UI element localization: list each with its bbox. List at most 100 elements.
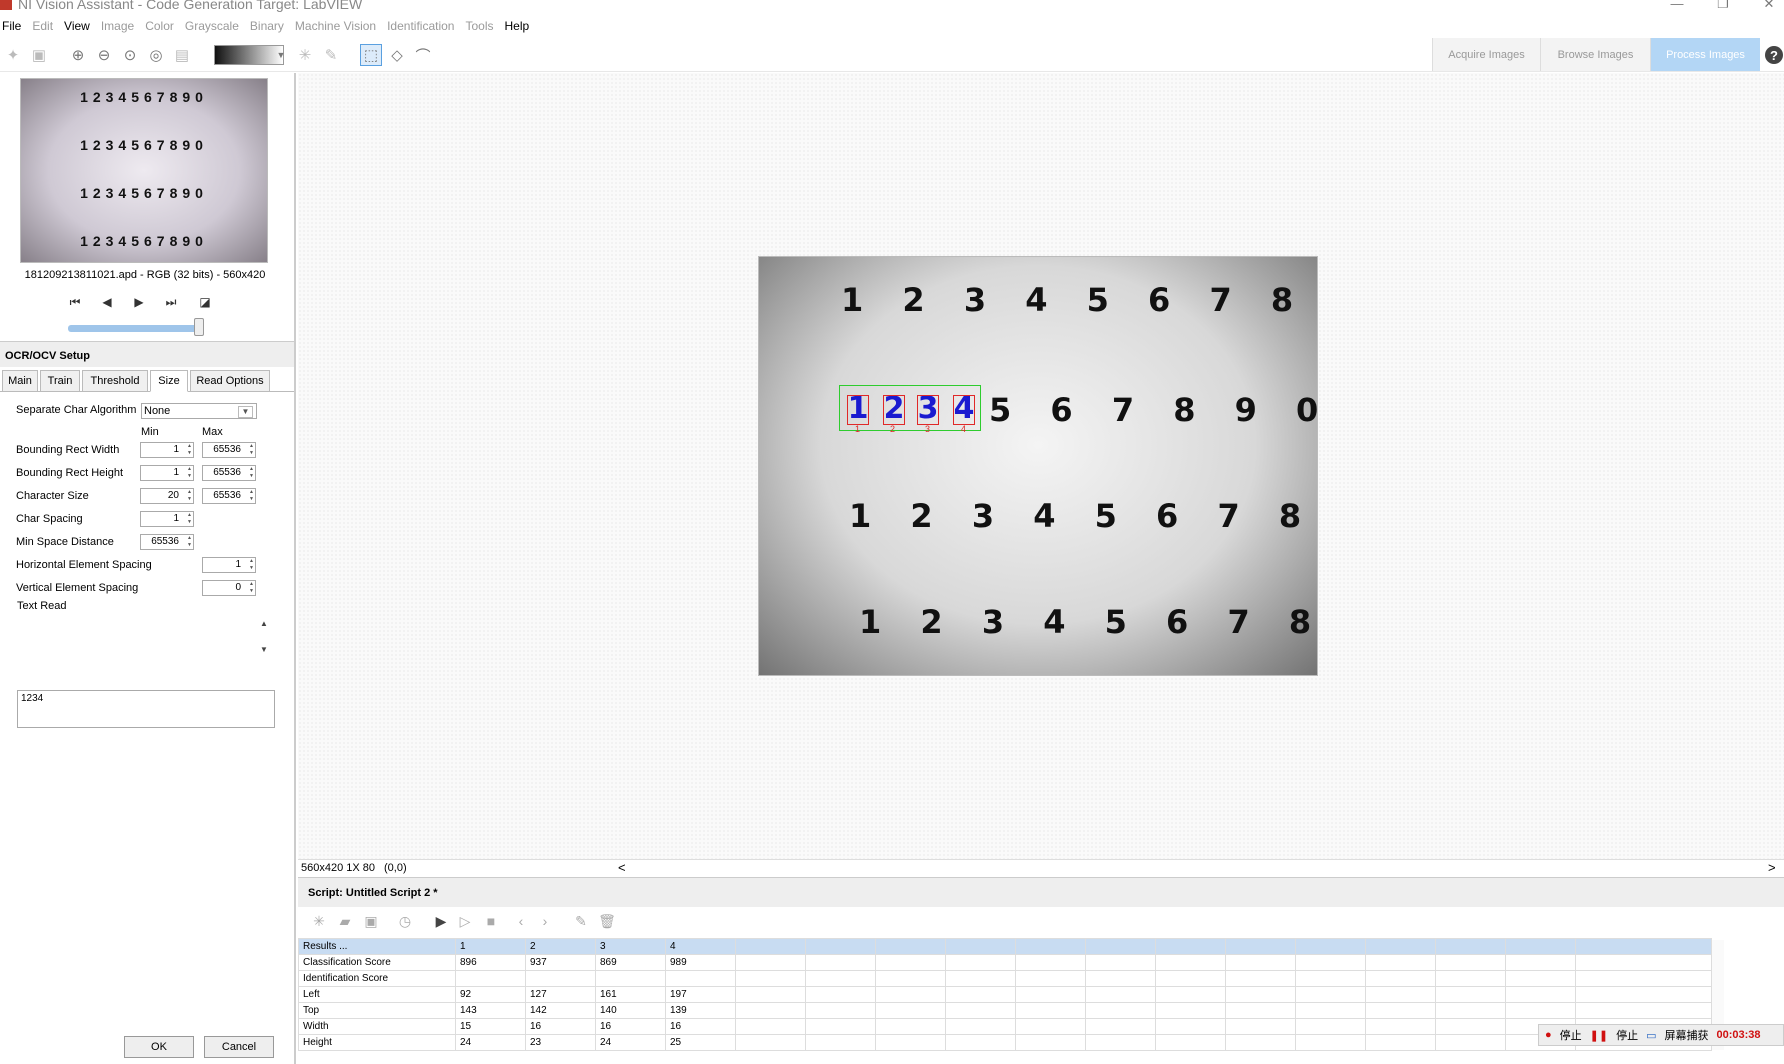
rect-height-label: Bounding Rect Height: [16, 467, 124, 479]
char-size-min-input[interactable]: 20: [140, 488, 194, 504]
edit-step-icon[interactable]: ✎: [572, 913, 590, 930]
scroll-left-icon[interactable]: <: [618, 860, 626, 875]
close-button[interactable]: ✕: [1754, 0, 1784, 12]
point-tool-icon[interactable]: ✳: [294, 44, 316, 66]
polygon-roi-icon[interactable]: ◇: [386, 44, 408, 66]
scroll-down-icon[interactable]: ▼: [260, 645, 268, 654]
table-cell: 16: [525, 1018, 596, 1035]
image-slider[interactable]: [68, 325, 200, 332]
new-script-icon[interactable]: ✳: [310, 913, 328, 930]
char-spacing-label: Char Spacing: [16, 513, 83, 525]
cancel-button[interactable]: Cancel: [204, 1036, 274, 1058]
table-cell: 16: [665, 1018, 736, 1035]
rect-height-min-input[interactable]: 1: [140, 465, 194, 481]
ok-button[interactable]: OK: [124, 1036, 194, 1058]
table-cell: [595, 970, 666, 987]
rectangle-roi-icon[interactable]: ⬚: [360, 44, 382, 66]
menu-identification[interactable]: Identification: [387, 19, 454, 33]
freehand-roi-icon[interactable]: ⌒: [412, 44, 434, 66]
menu-view[interactable]: View: [64, 19, 90, 33]
maximize-button[interactable]: ❐: [1708, 0, 1738, 12]
table-cell: 25: [665, 1034, 736, 1051]
sep-algorithm-label: Separate Char Algorithm: [16, 404, 137, 416]
delete-step-icon[interactable]: 🗑: [598, 913, 616, 930]
stop-label[interactable]: 停止: [1560, 1027, 1582, 1043]
scroll-right-icon[interactable]: >: [1768, 860, 1776, 875]
char-bounding-box: [917, 395, 939, 425]
menu-machine-vision[interactable]: Machine Vision: [295, 19, 376, 33]
menu-grayscale[interactable]: Grayscale: [185, 19, 239, 33]
previous-image-icon[interactable]: ◀: [98, 295, 116, 309]
pixel-coords: (0,0): [384, 862, 407, 874]
thumb-row: 1234567890: [80, 185, 208, 201]
tab-threshold[interactable]: Threshold: [82, 370, 148, 392]
save-image-icon[interactable]: ▣: [28, 44, 50, 66]
run-once-icon[interactable]: ▶: [432, 913, 450, 930]
line-tool-icon[interactable]: ✎: [320, 44, 342, 66]
h-spacing-input[interactable]: 1: [202, 557, 256, 573]
menu-binary[interactable]: Binary: [250, 19, 284, 33]
min-space-input[interactable]: 65536: [140, 534, 194, 550]
menu-image[interactable]: Image: [101, 19, 134, 33]
open-script-icon[interactable]: ▰: [336, 913, 354, 930]
palette-dropdown-icon[interactable]: ▼: [270, 44, 292, 66]
char-size-max-input[interactable]: 65536: [202, 488, 256, 504]
stop-icon[interactable]: ■: [482, 913, 500, 929]
rect-width-max-input[interactable]: 65536: [202, 442, 256, 458]
text-read-output[interactable]: 1234: [17, 690, 275, 728]
image-browser-icon[interactable]: ◪: [196, 295, 214, 309]
menu-tools[interactable]: Tools: [465, 19, 493, 33]
table-row: Height 24 23 24 25: [298, 1034, 1712, 1051]
header-cell[interactable]: Results ...: [298, 938, 456, 955]
main-image[interactable]: 1 2 3 4 5 6 7 8 9 0 5 6 7 8 9 0 1 2 3 4 …: [758, 256, 1318, 676]
acquire-tool-icon[interactable]: ✦: [2, 44, 24, 66]
thumb-row: 1234567890: [80, 233, 208, 249]
minimize-button[interactable]: —: [1662, 0, 1692, 11]
acquire-images-button[interactable]: Acquire Images: [1432, 38, 1540, 71]
scroll-up-icon[interactable]: ▲: [260, 619, 268, 628]
chevron-down-icon[interactable]: ▼: [238, 406, 253, 418]
table-cell: 15: [455, 1018, 526, 1035]
rect-width-min-input[interactable]: 1: [140, 442, 194, 458]
row-label: Height: [298, 1034, 456, 1051]
menu-file[interactable]: File: [2, 19, 21, 33]
menu-edit[interactable]: Edit: [32, 19, 53, 33]
recorder-overlay: ● 停止 ❚❚ 停止 ▭ 屏幕捕获 00:03:38: [1538, 1024, 1784, 1046]
last-image-icon[interactable]: ⏭: [162, 295, 180, 310]
menu-help[interactable]: Help: [505, 19, 530, 33]
char-spacing-input[interactable]: 1: [140, 511, 194, 527]
zoom-fit-icon[interactable]: ◎: [145, 44, 167, 66]
zoom-1to1-icon[interactable]: ⊙: [119, 44, 141, 66]
first-image-icon[interactable]: ⏮: [66, 295, 84, 310]
run-continuous-icon[interactable]: ▷: [456, 913, 474, 930]
tab-train[interactable]: Train: [40, 370, 80, 392]
step-back-icon[interactable]: ‹: [512, 913, 530, 929]
table-row: Classification Score 896 937 869 989: [298, 954, 1712, 971]
v-spacing-input[interactable]: 0: [202, 580, 256, 596]
tab-main[interactable]: Main: [2, 370, 38, 392]
table-cell: 896: [455, 954, 526, 971]
save-script-icon[interactable]: ▣: [362, 913, 380, 930]
script-title: Script: Untitled Script 2 *: [298, 877, 1784, 907]
menu-color[interactable]: Color: [145, 19, 174, 33]
capture-label[interactable]: 屏幕捕获: [1665, 1027, 1709, 1043]
image-slider-thumb[interactable]: [194, 318, 204, 336]
table-cell: 92: [455, 986, 526, 1003]
image-caption: 181209213811021.apd - RGB (32 bits) - 56…: [24, 269, 266, 281]
zoom-out-icon[interactable]: ⊖: [93, 44, 115, 66]
process-images-button[interactable]: Process Images: [1650, 38, 1760, 71]
performance-meter-icon[interactable]: ◷: [396, 913, 414, 930]
image-info-icon[interactable]: ▤: [171, 44, 193, 66]
digit-row: 1 2 3 4 5 6 7 8 9 0: [859, 603, 1317, 641]
zoom-in-icon[interactable]: ⊕: [67, 44, 89, 66]
image-thumbnail[interactable]: 1234567890 1234567890 1234567890 1234567…: [20, 78, 268, 263]
tab-size[interactable]: Size: [150, 370, 188, 392]
step-forward-icon[interactable]: ›: [536, 913, 554, 929]
browse-images-button[interactable]: Browse Images: [1540, 38, 1650, 71]
help-icon[interactable]: ?: [1765, 46, 1783, 64]
next-image-icon[interactable]: ▶: [130, 295, 148, 309]
stop-label[interactable]: 停止: [1616, 1027, 1638, 1043]
table-cell: [665, 970, 736, 987]
tab-read-options[interactable]: Read Options: [190, 370, 270, 392]
rect-height-max-input[interactable]: 65536: [202, 465, 256, 481]
